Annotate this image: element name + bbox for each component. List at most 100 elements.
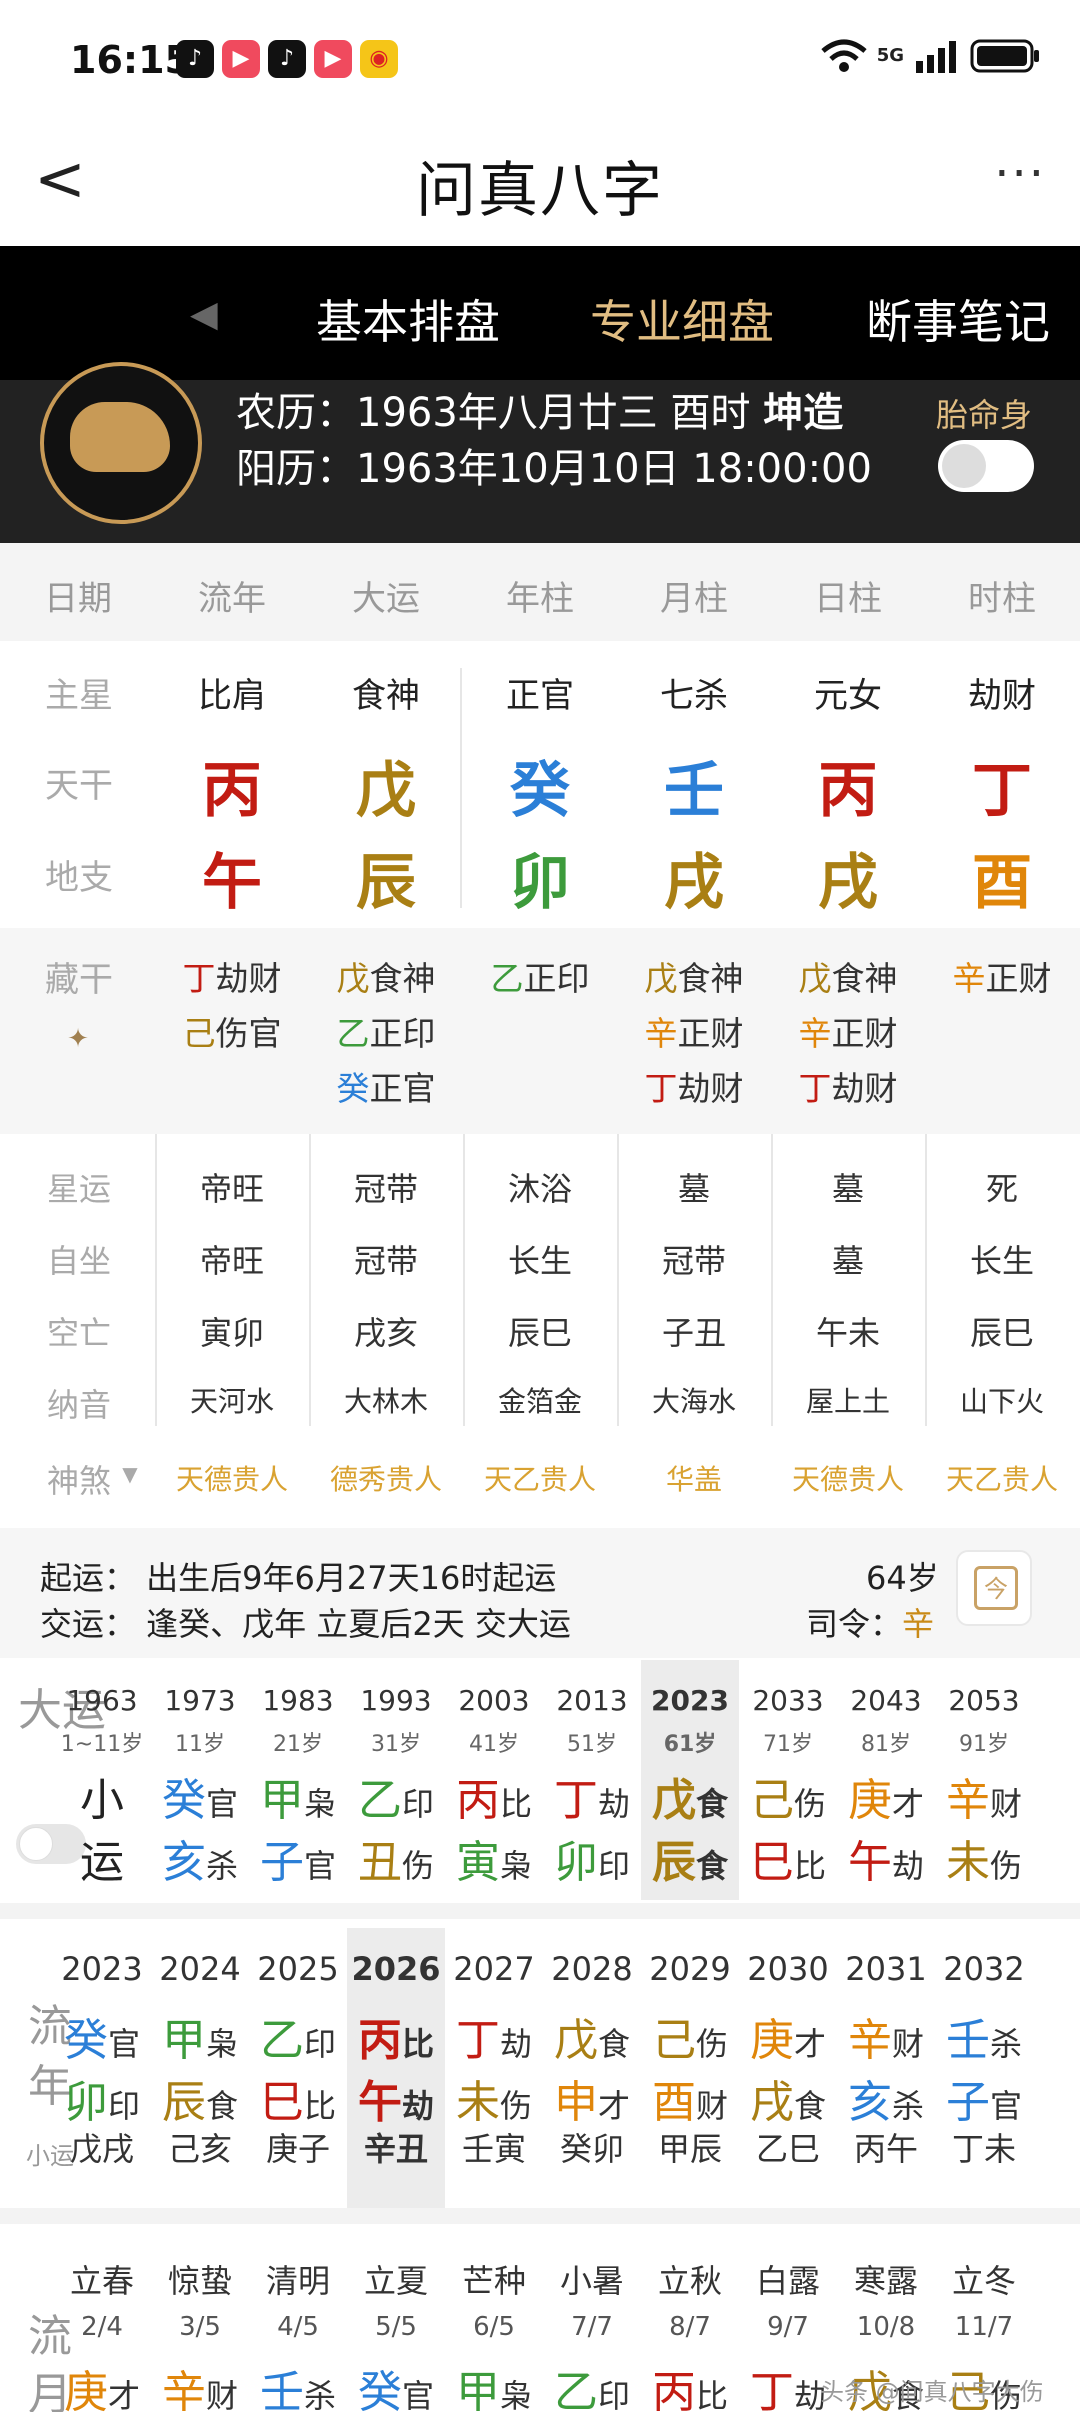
shensha-cell[interactable]: 天乙贵人 bbox=[927, 1458, 1077, 1498]
dayun-year[interactable]: 1993 bbox=[347, 1684, 445, 1717]
dropdown-icon[interactable]: ▼ bbox=[118, 1462, 142, 1486]
dayun-pillar[interactable]: 辛财 bbox=[935, 1764, 1033, 1828]
liunian-pillar[interactable]: 己伤 bbox=[641, 2004, 739, 2068]
liunian-year[interactable]: 2026 bbox=[347, 1950, 445, 1988]
liuyue-pillar[interactable]: 丙比 bbox=[641, 2356, 739, 2412]
liunian-pillar[interactable]: 未伤 bbox=[445, 2066, 543, 2130]
tab-professional[interactable]: 专业细盘 bbox=[590, 286, 774, 352]
tiangan-cell[interactable]: 戊 bbox=[311, 742, 461, 829]
liunian-pillar[interactable]: 申才 bbox=[543, 2066, 641, 2130]
liuyue-pillar[interactable]: 壬杀 bbox=[249, 2356, 347, 2412]
liunian-year[interactable]: 2031 bbox=[837, 1950, 935, 1988]
dayun-pillar[interactable]: 未伤 bbox=[935, 1826, 1033, 1890]
liunian-pillar[interactable]: 巳比 bbox=[249, 2066, 347, 2130]
liuyue-pillar[interactable]: 辛财 bbox=[151, 2356, 249, 2412]
dizhi-cell[interactable]: 辰 bbox=[311, 834, 461, 921]
dayun-year[interactable]: 2023 bbox=[641, 1684, 739, 1717]
dayun-pillar[interactable]: 庚才 bbox=[837, 1764, 935, 1828]
liunian-year[interactable]: 2029 bbox=[641, 1950, 739, 1988]
liuyue-term[interactable]: 立秋 bbox=[641, 2256, 739, 2302]
liuyue-pillar[interactable]: 庚才 bbox=[53, 2356, 151, 2412]
liunian-pillar[interactable]: 戌食 bbox=[739, 2066, 837, 2130]
taiming-toggle[interactable] bbox=[938, 440, 1034, 492]
dayun-pillar[interactable]: 己伤 bbox=[739, 1764, 837, 1828]
dayun-year[interactable]: 1983 bbox=[249, 1684, 347, 1717]
dayun-pillar[interactable]: 戊食 bbox=[641, 1764, 739, 1828]
dayun-pillar[interactable]: 运 bbox=[53, 1826, 151, 1890]
liuyue-pillar[interactable]: 甲枭 bbox=[445, 2356, 543, 2412]
dayun-pillar[interactable]: 甲枭 bbox=[249, 1764, 347, 1828]
dayun-pillar[interactable]: 辰食 bbox=[641, 1826, 739, 1890]
liunian-pillar[interactable]: 丁劫 bbox=[445, 2004, 543, 2068]
tiangan-cell[interactable]: 壬 bbox=[619, 742, 769, 829]
liuyue-term[interactable]: 小暑 bbox=[543, 2256, 641, 2302]
dayun-pillar[interactable]: 卯印 bbox=[543, 1826, 641, 1890]
liunian-pillar[interactable]: 丙比 bbox=[347, 2004, 445, 2068]
liuyue-term[interactable]: 立夏 bbox=[347, 2256, 445, 2302]
dayun-year[interactable]: 2003 bbox=[445, 1684, 543, 1717]
shensha-cell[interactable]: 德秀贵人 bbox=[311, 1458, 461, 1498]
dayun-pillar[interactable]: 子官 bbox=[249, 1826, 347, 1890]
liunian-pillar[interactable]: 辛财 bbox=[837, 2004, 935, 2068]
dizhi-cell[interactable]: 戌 bbox=[773, 834, 923, 921]
shensha-cell[interactable]: 天德贵人 bbox=[157, 1458, 307, 1498]
dayun-pillar[interactable]: 丑伤 bbox=[347, 1826, 445, 1890]
dayun-pillar[interactable]: 丁劫 bbox=[543, 1764, 641, 1828]
liunian-year[interactable]: 2032 bbox=[935, 1950, 1033, 1988]
dayun-year[interactable]: 1963 bbox=[53, 1684, 151, 1717]
tab-basic[interactable]: 基本排盘 bbox=[316, 286, 500, 352]
dayun-pillar[interactable]: 癸官 bbox=[151, 1764, 249, 1828]
dayun-pillar[interactable]: 寅枭 bbox=[445, 1826, 543, 1890]
tiangan-cell[interactable]: 丁 bbox=[927, 742, 1077, 829]
liunian-pillar[interactable]: 戊食 bbox=[543, 2004, 641, 2068]
dayun-year[interactable]: 2013 bbox=[543, 1684, 641, 1717]
liuyue-term[interactable]: 惊蛰 bbox=[151, 2256, 249, 2302]
liunian-pillar[interactable]: 卯印 bbox=[53, 2066, 151, 2130]
dizhi-cell[interactable]: 午 bbox=[157, 834, 307, 921]
dizhi-cell[interactable]: 卯 bbox=[465, 834, 615, 921]
liunian-year[interactable]: 2025 bbox=[249, 1950, 347, 1988]
shensha-cell[interactable]: 天德贵人 bbox=[773, 1458, 923, 1498]
dayun-year[interactable]: 2053 bbox=[935, 1684, 1033, 1717]
liunian-pillar[interactable]: 庚才 bbox=[739, 2004, 837, 2068]
dayun-pillar[interactable]: 丙比 bbox=[445, 1764, 543, 1828]
liunian-pillar[interactable]: 乙印 bbox=[249, 2004, 347, 2068]
tiangan-cell[interactable]: 癸 bbox=[465, 742, 615, 829]
liunian-pillar[interactable]: 子官 bbox=[935, 2066, 1033, 2130]
shensha-cell[interactable]: 天乙贵人 bbox=[465, 1458, 615, 1498]
dayun-pillar[interactable]: 巳比 bbox=[739, 1826, 837, 1890]
dayun-year[interactable]: 2033 bbox=[739, 1684, 837, 1717]
dizhi-cell[interactable]: 酉 bbox=[927, 834, 1077, 921]
dayun-year[interactable]: 2043 bbox=[837, 1684, 935, 1717]
dayun-pillar[interactable]: 亥杀 bbox=[151, 1826, 249, 1890]
liuyue-term[interactable]: 白露 bbox=[739, 2256, 837, 2302]
liunian-year[interactable]: 2024 bbox=[151, 1950, 249, 1988]
liunian-year[interactable]: 2027 bbox=[445, 1950, 543, 1988]
more-icon[interactable]: ··· bbox=[994, 146, 1046, 202]
liuyue-term[interactable]: 立春 bbox=[53, 2256, 151, 2302]
liuyue-term[interactable]: 芒种 bbox=[445, 2256, 543, 2302]
liunian-pillar[interactable]: 辰食 bbox=[151, 2066, 249, 2130]
tiangan-cell[interactable]: 丙 bbox=[773, 742, 923, 829]
liunian-year[interactable]: 2023 bbox=[53, 1950, 151, 1988]
dayun-pillar[interactable]: 小 bbox=[53, 1764, 151, 1828]
pin-icon[interactable]: ✦ bbox=[66, 1024, 90, 1054]
liunian-year[interactable]: 2028 bbox=[543, 1950, 641, 1988]
liuyue-pillar[interactable]: 癸官 bbox=[347, 2356, 445, 2412]
liunian-pillar[interactable]: 癸官 bbox=[53, 2004, 151, 2068]
tab-notes[interactable]: 断事笔记 bbox=[866, 286, 1050, 352]
liunian-pillar[interactable]: 亥杀 bbox=[837, 2066, 935, 2130]
dizhi-cell[interactable]: 戌 bbox=[619, 834, 769, 921]
liunian-pillar[interactable]: 壬杀 bbox=[935, 2004, 1033, 2068]
liunian-pillar[interactable]: 酉财 bbox=[641, 2066, 739, 2130]
liuyue-term[interactable]: 立冬 bbox=[935, 2256, 1033, 2302]
today-button[interactable]: 今 bbox=[956, 1550, 1032, 1626]
liunian-year[interactable]: 2030 bbox=[739, 1950, 837, 1988]
liuyue-pillar[interactable]: 乙印 bbox=[543, 2356, 641, 2412]
dayun-pillar[interactable]: 乙印 bbox=[347, 1764, 445, 1828]
tiangan-cell[interactable]: 丙 bbox=[157, 742, 307, 829]
liunian-pillar[interactable]: 甲枭 bbox=[151, 2004, 249, 2068]
liuyue-term[interactable]: 寒露 bbox=[837, 2256, 935, 2302]
dayun-pillar[interactable]: 午劫 bbox=[837, 1826, 935, 1890]
shensha-cell[interactable]: 华盖 bbox=[619, 1458, 769, 1498]
